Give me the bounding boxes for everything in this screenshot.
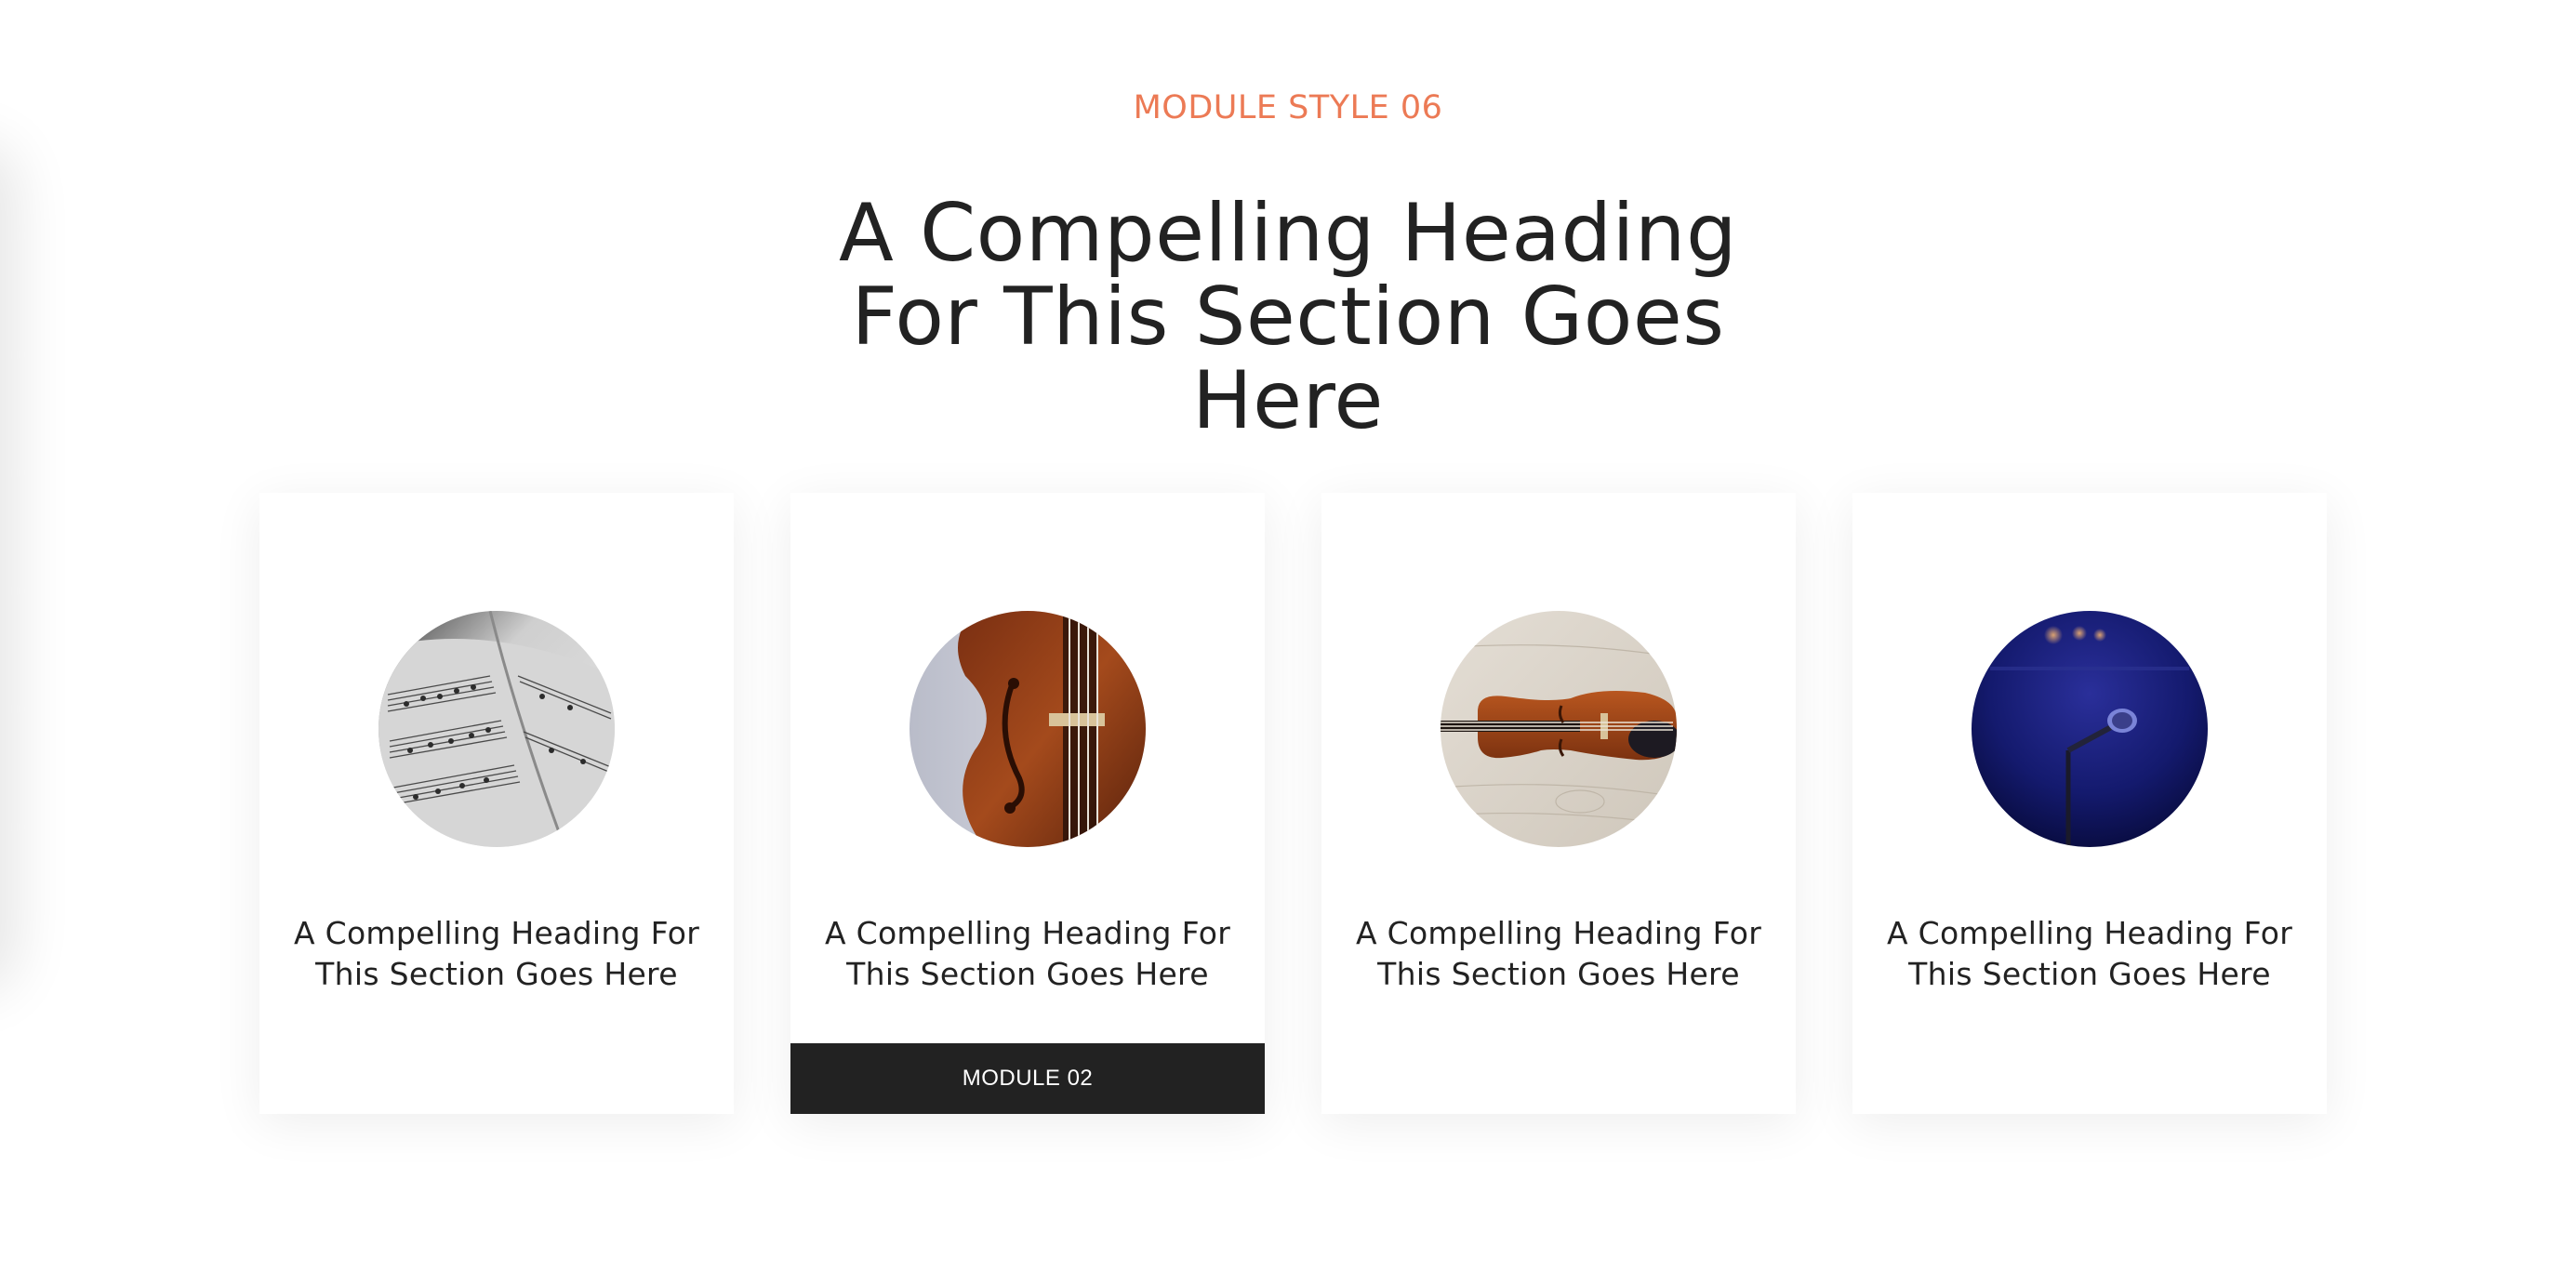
- feature-card[interactable]: A Compelling Heading For This Section Go…: [790, 493, 1265, 1114]
- section-eyebrow: MODULE STYLE 06: [1133, 89, 1443, 126]
- card-image-sheet-music: [378, 611, 615, 847]
- card-heading: A Compelling Heading For This Section Go…: [824, 915, 1231, 992]
- card-heading: A Compelling Heading For This Section Go…: [293, 915, 700, 992]
- feature-card[interactable]: A Compelling Heading For This Section Go…: [1321, 493, 1796, 1114]
- card-heading: A Compelling Heading For This Section Go…: [1886, 915, 2293, 992]
- feature-card[interactable]: A Compelling Heading For This Section Go…: [259, 493, 734, 1114]
- card-image-violin-on-wood: [1441, 611, 1677, 847]
- section-heading: A Compelling Heading For This Section Go…: [838, 187, 1738, 447]
- feature-card[interactable]: A Compelling Heading For This Section Go…: [1852, 493, 2327, 1114]
- card-image-stage-microphone: [1972, 611, 2208, 847]
- page: MODULE STYLE 06 A Compelling Heading For…: [0, 0, 2576, 1272]
- card-heading: A Compelling Heading For This Section Go…: [1355, 915, 1762, 992]
- card-image-violin-closeup: [910, 611, 1146, 847]
- module-tag: MODULE 02: [790, 1043, 1265, 1114]
